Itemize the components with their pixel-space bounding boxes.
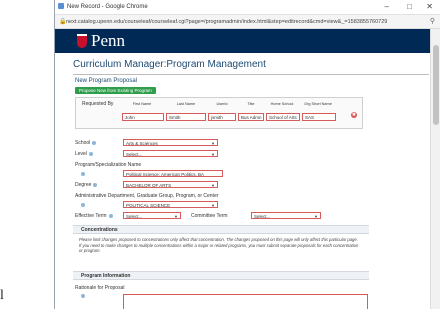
scrollbar-thumb[interactable] — [433, 45, 439, 125]
column-header: Org Short Name — [304, 102, 332, 106]
requested-by-label: Requested By — [82, 101, 114, 107]
chevron-down-icon: ▼ — [314, 214, 318, 219]
school-select[interactable]: Arts & Sciences ▼ — [123, 139, 218, 146]
window-title: New Record - Google Chrome — [67, 4, 148, 10]
help-icon[interactable] — [81, 171, 85, 176]
outer-corner-glyph: l — [0, 288, 4, 303]
vertical-scrollbar[interactable] — [430, 29, 440, 309]
browser-window: New Record - Google Chrome – □ ✕ 🔒 next.… — [54, 0, 440, 309]
requested-by-table: Requested By First Name Last Name Userid… — [75, 97, 363, 129]
rationale-textarea[interactable] — [123, 294, 368, 309]
page-subtitle: New Program Proposal — [75, 78, 138, 84]
rationale-help — [79, 293, 85, 299]
chevron-down-icon: ▼ — [211, 183, 215, 188]
chevron-down-icon: ▼ — [211, 203, 215, 208]
column-header: Home School — [270, 102, 294, 106]
penn-shield-icon — [77, 34, 87, 48]
level-select[interactable]: Select... ▼ — [123, 150, 218, 157]
userid-input[interactable]: jsmith — [208, 113, 236, 121]
url-text[interactable]: next.catalog.upenn.edu/courseleaf/course… — [66, 19, 387, 25]
help-icon[interactable] — [108, 213, 113, 218]
rationale-label: Rationale for Proposal — [75, 285, 125, 291]
column-header: First Name — [132, 102, 152, 106]
brand-logo[interactable]: Penn — [91, 31, 125, 51]
title-bar: New Record - Google Chrome – □ ✕ — [55, 0, 440, 15]
home-school-input[interactable]: School of Arts — [266, 113, 300, 121]
org-short-name-input[interactable]: SAS — [302, 113, 336, 121]
main-content: Curriculum Manager:Program Management Ne… — [73, 53, 429, 309]
school-label: School — [75, 140, 97, 146]
concentrations-note: Please limit changes proposed to concent… — [79, 237, 359, 253]
effective-term-label: Effective Term — [75, 213, 113, 219]
help-icon[interactable] — [93, 182, 98, 187]
chevron-down-icon: ▼ — [174, 214, 178, 219]
committee-term-label: Committee Term — [191, 213, 228, 219]
remove-row-icon[interactable]: ✖ — [351, 112, 357, 118]
admin-dept-select[interactable]: POLITICAL SCIENCE ▼ — [123, 201, 218, 208]
help-icon[interactable] — [88, 151, 93, 156]
degree-label: Degree — [75, 182, 98, 188]
program-name-help — [79, 171, 85, 177]
minimize-button[interactable]: – — [385, 2, 389, 11]
last-name-input[interactable]: Smith — [166, 113, 206, 121]
degree-select[interactable]: BACHELOR OF ARTS ▼ — [123, 181, 218, 188]
admin-dept-label: Administrative Department, Graduate Grou… — [75, 193, 219, 199]
column-header: Last Name — [176, 102, 196, 106]
admin-dept-help — [79, 202, 85, 208]
close-button[interactable]: ✕ — [426, 2, 433, 11]
help-icon[interactable] — [92, 140, 97, 145]
address-bar[interactable]: 🔒 next.catalog.upenn.edu/courseleaf/cour… — [55, 15, 440, 29]
page-title: Curriculum Manager:Program Management — [73, 59, 266, 70]
chevron-down-icon: ▼ — [211, 152, 215, 157]
first-name-input[interactable]: John — [122, 113, 164, 121]
program-name-label: Program/Specialization Name — [75, 162, 142, 168]
program-information-section-header: Program Information — [73, 271, 369, 280]
level-label: Level — [75, 151, 93, 157]
program-name-input[interactable]: Political Science: American Politics, BA — [123, 170, 223, 177]
maximize-button[interactable]: □ — [407, 2, 412, 11]
effective-term-select[interactable]: Select... ▼ — [123, 212, 181, 219]
zoom-icon[interactable]: ⚲ — [430, 17, 435, 25]
help-icon[interactable] — [81, 202, 85, 207]
site-header: Penn — [55, 29, 431, 53]
title-divider — [73, 74, 429, 75]
column-header: Userid — [216, 102, 228, 106]
propose-from-existing-button[interactable]: Propose New from Existing Program — [75, 87, 156, 94]
title-input[interactable]: Bus Admn — [238, 113, 264, 121]
chrome-icon — [58, 3, 64, 9]
concentrations-section-header: Concentrations — [73, 225, 369, 234]
help-icon[interactable] — [81, 293, 85, 298]
column-header: Title — [247, 102, 255, 106]
chevron-down-icon: ▼ — [211, 141, 215, 146]
committee-term-select[interactable]: Select... ▼ — [251, 212, 321, 219]
